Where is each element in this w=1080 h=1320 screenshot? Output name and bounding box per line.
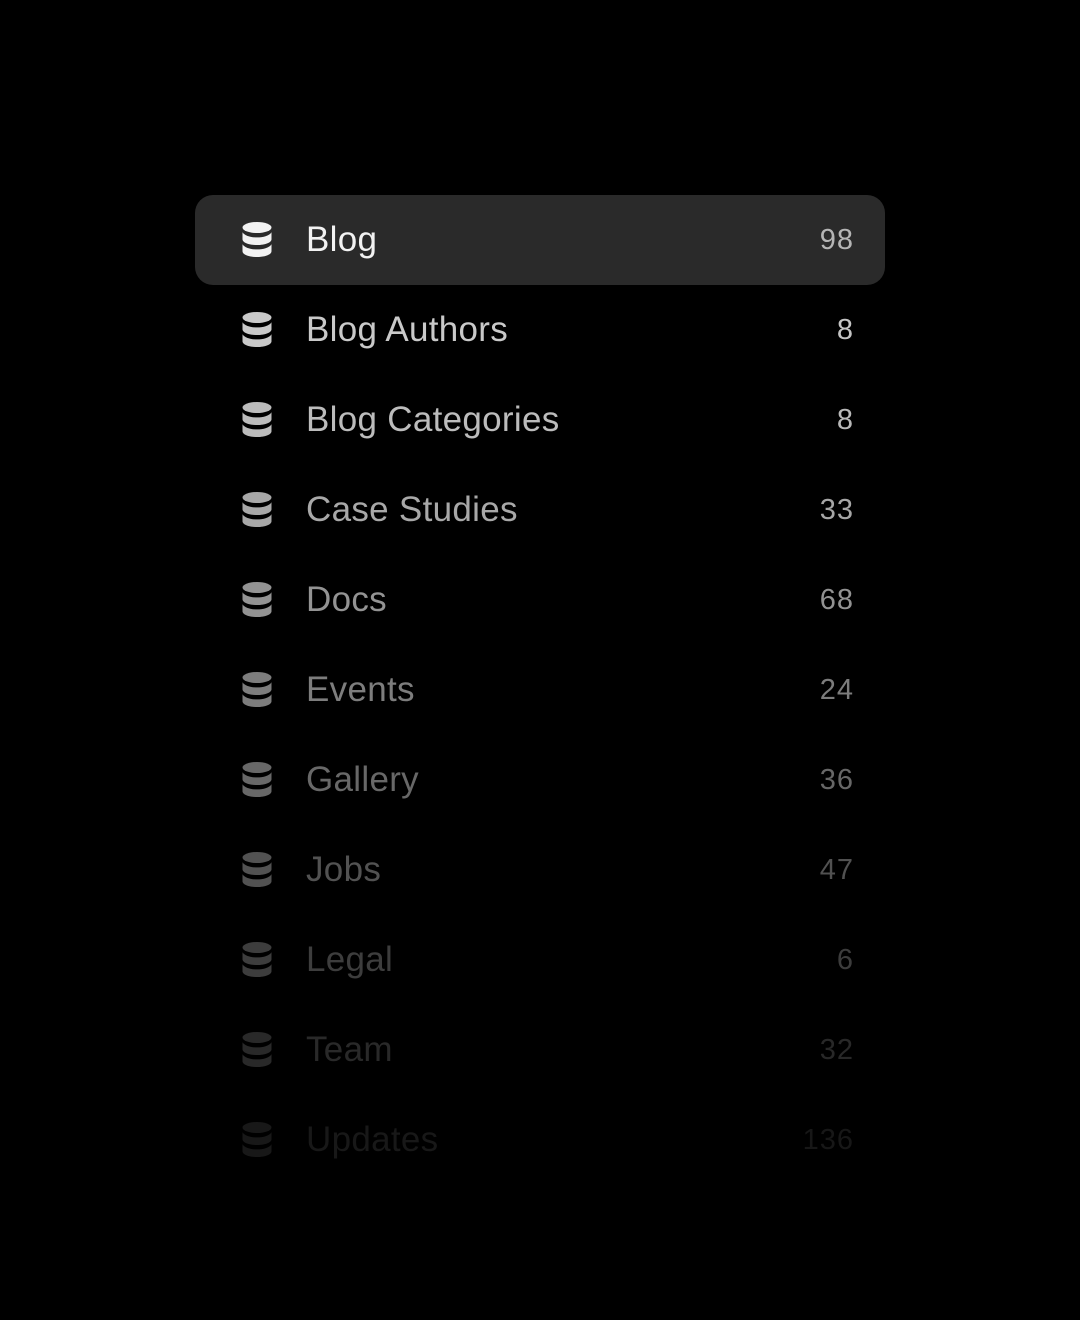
database-icon xyxy=(241,1121,273,1159)
collection-item-docs[interactable]: Docs 68 xyxy=(195,555,885,645)
collection-label: Updates xyxy=(306,1120,439,1159)
database-icon xyxy=(241,491,273,529)
collection-list: Blog 98 Blog Authors 8 Blog Categories 8 xyxy=(195,195,885,1185)
collection-label: Legal xyxy=(306,940,394,979)
collection-label: Jobs xyxy=(306,850,382,889)
collection-label: Team xyxy=(306,1030,393,1069)
collection-item-blog[interactable]: Blog 98 xyxy=(195,195,885,285)
collection-label: Events xyxy=(306,670,415,709)
collection-item-case-studies[interactable]: Case Studies 33 xyxy=(195,465,885,555)
collection-item-blog-categories[interactable]: Blog Categories 8 xyxy=(195,375,885,465)
collection-item-gallery[interactable]: Gallery 36 xyxy=(195,735,885,825)
collection-item-team[interactable]: Team 32 xyxy=(195,1005,885,1095)
item-count: 8 xyxy=(836,313,854,346)
collection-label: Case Studies xyxy=(306,490,518,529)
database-icon xyxy=(241,941,273,979)
collection-item-jobs[interactable]: Jobs 47 xyxy=(195,825,885,915)
collection-label: Blog Categories xyxy=(306,400,560,439)
collection-label: Gallery xyxy=(306,760,419,799)
collection-label: Blog xyxy=(306,220,378,259)
database-icon xyxy=(241,401,273,439)
item-count: 6 xyxy=(836,943,854,976)
database-icon xyxy=(241,851,273,889)
item-count: 36 xyxy=(819,763,854,796)
database-icon xyxy=(241,761,273,799)
item-count: 98 xyxy=(819,223,854,256)
database-icon xyxy=(241,671,273,709)
item-count: 32 xyxy=(819,1033,854,1066)
item-count: 33 xyxy=(819,493,854,526)
item-count: 47 xyxy=(819,853,854,886)
item-count: 136 xyxy=(802,1123,854,1156)
item-count: 24 xyxy=(819,673,854,706)
item-count: 8 xyxy=(836,403,854,436)
collection-item-updates[interactable]: Updates 136 xyxy=(195,1095,885,1185)
collection-label: Docs xyxy=(306,580,387,619)
collection-item-legal[interactable]: Legal 6 xyxy=(195,915,885,1005)
item-count: 68 xyxy=(819,583,854,616)
collection-item-blog-authors[interactable]: Blog Authors 8 xyxy=(195,285,885,375)
collection-item-events[interactable]: Events 24 xyxy=(195,645,885,735)
collection-label: Blog Authors xyxy=(306,310,509,349)
database-icon xyxy=(241,221,273,259)
database-icon xyxy=(241,311,273,349)
database-icon xyxy=(241,1031,273,1069)
database-icon xyxy=(241,581,273,619)
